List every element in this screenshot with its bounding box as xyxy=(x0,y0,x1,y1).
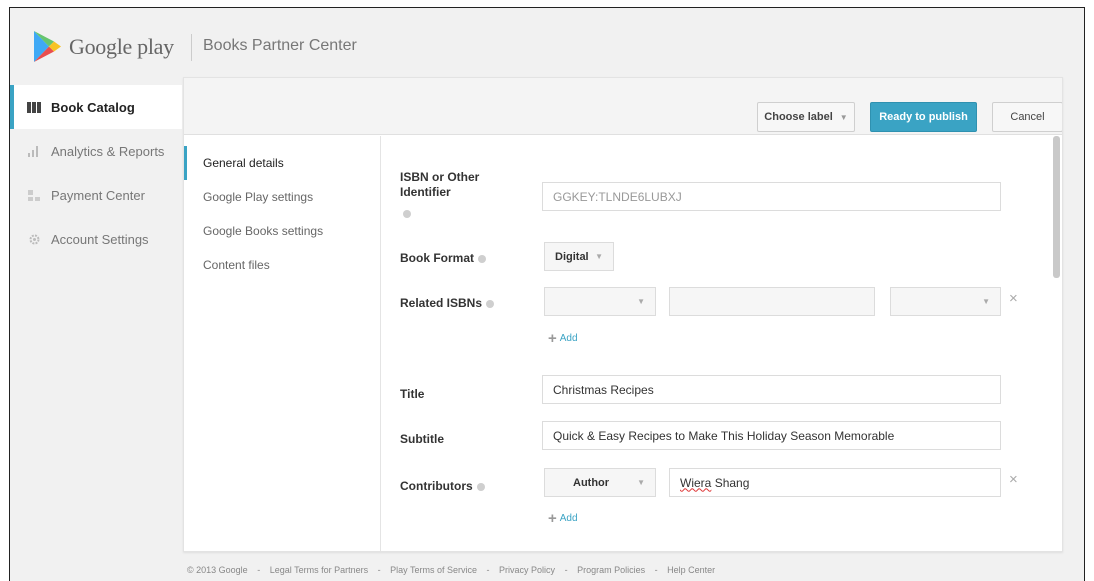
chevron-down-icon: ▼ xyxy=(637,478,645,487)
sidebar-item-label: Analytics & Reports xyxy=(51,143,165,159)
chevron-down-icon: ▼ xyxy=(839,112,848,122)
book-format-value: Digital xyxy=(555,250,589,263)
help-icon[interactable] xyxy=(478,254,487,263)
isbn-field[interactable]: GGKEY:TLNDE6LUBXJ xyxy=(542,182,1001,211)
tab-google-books-settings[interactable]: Google Books settings xyxy=(184,214,380,248)
footer-link-help-center[interactable]: Help Center xyxy=(667,565,715,575)
tab-general-details[interactable]: General details xyxy=(184,146,380,180)
plus-icon: + xyxy=(548,330,557,347)
remove-related-isbn-icon[interactable]: × xyxy=(1009,290,1018,307)
header: Google play Books Partner Center xyxy=(10,8,1084,83)
subtitle-input[interactable]: Quick & Easy Recipes to Make This Holida… xyxy=(542,421,1001,450)
chevron-down-icon: ▼ xyxy=(637,297,645,306)
sidebar: Book Catalog Analytics & Reports Payment… xyxy=(10,85,182,261)
footer-link-play-terms[interactable]: Play Terms of Service xyxy=(390,565,477,575)
cancel-button[interactable]: Cancel xyxy=(992,102,1062,132)
help-icon[interactable] xyxy=(476,482,485,491)
contributor-first-name: Wiera xyxy=(680,475,712,490)
footer-copyright: © 2013 Google xyxy=(187,565,248,575)
footer: © 2013 Google - Legal Terms for Partners… xyxy=(187,565,716,575)
app-window: Google play Books Partner Center Book Ca… xyxy=(9,7,1085,581)
bar-chart-icon xyxy=(27,145,41,157)
sidebar-item-payment-center[interactable]: Payment Center xyxy=(10,173,182,217)
sidebar-item-book-catalog[interactable]: Book Catalog xyxy=(10,85,182,129)
sidebar-item-label: Payment Center xyxy=(51,187,145,203)
related-isbn-type-select[interactable]: ▼ xyxy=(544,287,656,316)
related-isbn-relation-select[interactable]: ▼ xyxy=(890,287,1001,316)
logo-text: Google play xyxy=(69,33,174,59)
product-name: Books Partner Center xyxy=(203,37,357,54)
tab-google-play-settings[interactable]: Google Play settings xyxy=(184,180,380,214)
related-isbns-label: Related ISBNs xyxy=(400,296,495,311)
play-logo-icon xyxy=(34,31,61,62)
sidebar-item-analytics-reports[interactable]: Analytics & Reports xyxy=(10,129,182,173)
header-divider xyxy=(191,34,192,61)
isbn-label: ISBN or Other Identifier xyxy=(400,170,479,218)
ready-to-publish-button[interactable]: Ready to publish xyxy=(870,102,977,132)
subtitle-label: Subtitle xyxy=(400,432,444,446)
title-input[interactable]: Christmas Recipes xyxy=(542,375,1001,404)
scrollbar[interactable] xyxy=(1053,136,1060,278)
book-format-select[interactable]: Digital ▼ xyxy=(544,242,614,271)
footer-link-legal-terms[interactable]: Legal Terms for Partners xyxy=(270,565,368,575)
contributor-role-value: Author xyxy=(573,476,610,489)
book-format-label: Book Format xyxy=(400,251,487,266)
remove-contributor-icon[interactable]: × xyxy=(1009,471,1018,488)
sidebar-item-account-settings[interactable]: Account Settings xyxy=(10,217,182,261)
contributor-role-select[interactable]: Author ▼ xyxy=(544,468,656,497)
footer-link-privacy-policy[interactable]: Privacy Policy xyxy=(499,565,555,575)
contributor-last-name: Shang xyxy=(714,475,750,490)
sidebar-item-label: Account Settings xyxy=(51,231,149,247)
plus-icon: + xyxy=(548,510,557,527)
chevron-down-icon: ▼ xyxy=(982,297,990,306)
related-isbn-input[interactable] xyxy=(669,287,875,316)
general-details-form: ISBN or Other Identifier GGKEY:TLNDE6LUB… xyxy=(382,136,1062,551)
contributor-name-input[interactable]: Wiera Shang xyxy=(669,468,1001,497)
sidebar-item-label: Book Catalog xyxy=(51,99,135,115)
tab-content-files[interactable]: Content files xyxy=(184,248,380,282)
section-nav: General details Google Play settings Goo… xyxy=(184,136,381,551)
contributors-label: Contributors xyxy=(400,479,485,494)
gear-icon xyxy=(27,233,41,245)
add-contributor-link[interactable]: + Add xyxy=(548,510,578,527)
toolbar: Choose label ▼ Ready to publish Cancel xyxy=(184,78,1062,135)
choose-label-text: Choose label xyxy=(764,111,833,123)
title-label: Title xyxy=(400,387,425,401)
chevron-down-icon: ▼ xyxy=(595,252,603,261)
payment-icon xyxy=(27,189,41,201)
main-panel: Choose label ▼ Ready to publish Cancel G… xyxy=(183,77,1063,552)
choose-label-dropdown[interactable]: Choose label ▼ xyxy=(757,102,855,132)
add-related-isbn-link[interactable]: + Add xyxy=(548,330,578,347)
google-play-logo[interactable]: Google play xyxy=(32,30,174,63)
help-icon[interactable] xyxy=(486,299,495,308)
book-catalog-icon xyxy=(27,101,41,113)
help-icon[interactable] xyxy=(403,210,411,218)
footer-link-program-policies[interactable]: Program Policies xyxy=(577,565,645,575)
